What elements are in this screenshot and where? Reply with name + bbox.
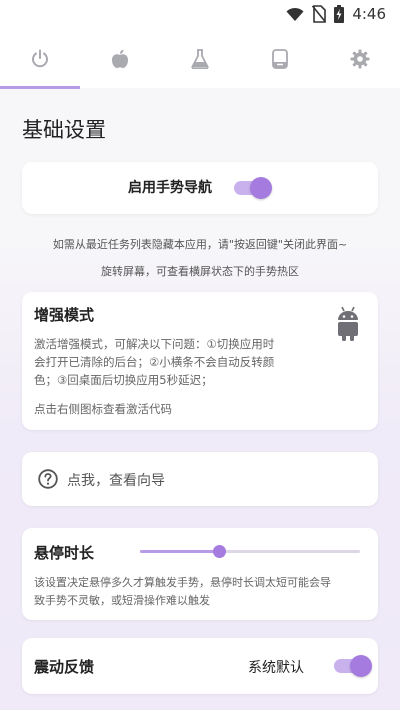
enhanced-mode-desc: 激活增强模式，可解决以下问题：①切换应用时 会打开已清除的后台；②小横条不会自动… [34, 337, 275, 387]
hover-duration-desc: 该设置决定悬停多久才算触发手势，悬停时长调太短可能会导 致手势不灵敏，或短滑操作… [34, 576, 331, 607]
vibration-feedback-toggle[interactable] [334, 655, 372, 677]
toggle-knob [350, 655, 372, 677]
tab-power[interactable] [0, 30, 80, 88]
gesture-nav-toggle[interactable] [234, 177, 272, 199]
battery-charging-icon [334, 5, 345, 23]
no-sim-icon [312, 5, 327, 23]
tab-bar [0, 30, 400, 88]
vibration-value-label: 系统默认 [248, 660, 304, 676]
power-icon [32, 49, 48, 68]
enhanced-mode-note: 点击右侧图标查看激活代码 [34, 402, 172, 416]
tab-lab[interactable] [160, 30, 240, 88]
tab-settings[interactable] [320, 30, 400, 88]
hint-line-2: 旋转屏幕，可查看横屏状态下的手势热区 [101, 265, 299, 278]
guide-card[interactable]: 点我，查看向导 [22, 452, 378, 506]
hover-duration-title: 悬停时长 [34, 544, 95, 562]
gesture-nav-card[interactable]: 启用手势导航 [22, 162, 378, 214]
apple-icon [112, 49, 128, 68]
hover-duration-slider[interactable] [140, 545, 360, 558]
hint-line-1: 如需从最近任务列表隐藏本应用，请"按返回键"关闭此界面~ [52, 238, 348, 251]
toggle-knob [250, 177, 272, 199]
help-circle-icon [38, 469, 58, 489]
status-bar: 4:46 [0, 0, 400, 30]
hover-duration-card: 悬停时长 该设置决定悬停多久才算触发手势，悬停时长调太短可能会导 致手势不灵敏，… [22, 528, 378, 620]
active-tab-indicator [0, 86, 80, 89]
slider-fill [140, 550, 219, 553]
status-icons: 4:46 [286, 5, 386, 23]
gesture-nav-label: 启用手势导航 [128, 180, 212, 196]
vibration-feedback-title: 震动反馈 [34, 658, 95, 676]
page-title: 基础设置 [22, 118, 106, 142]
enhanced-mode-card[interactable]: 增强模式 激活增强模式，可解决以下问题：①切换应用时 会打开已清除的后台；②小横… [22, 292, 378, 430]
enhanced-mode-title: 增强模式 [34, 306, 95, 324]
tab-device[interactable] [240, 30, 320, 88]
android-icon[interactable] [335, 306, 361, 342]
vibration-feedback-card[interactable]: 震动反馈 系统默认 [22, 638, 378, 694]
slider-thumb[interactable] [213, 545, 226, 558]
wifi-icon [286, 7, 304, 21]
status-time: 4:46 [352, 5, 386, 23]
gear-icon [350, 49, 370, 69]
flask-icon [191, 49, 209, 69]
guide-label: 点我，查看向导 [67, 473, 165, 489]
tab-apple[interactable] [80, 30, 160, 88]
phone-icon [272, 49, 288, 69]
